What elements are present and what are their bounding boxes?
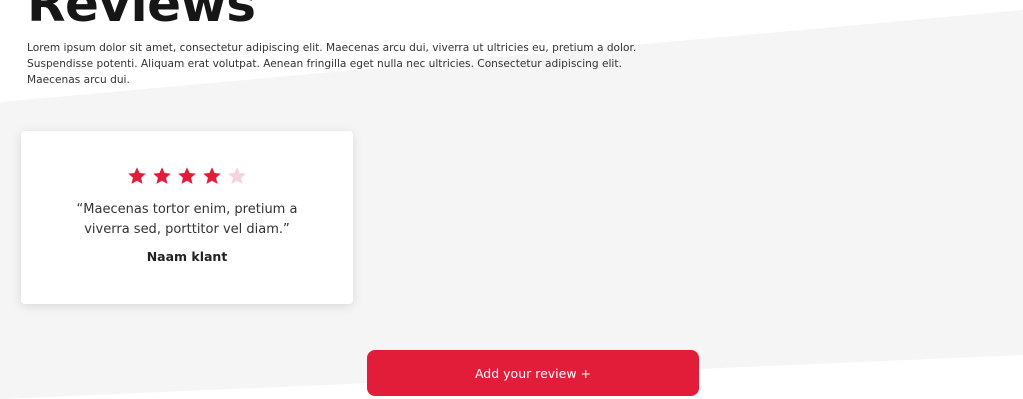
star-rating (21, 166, 353, 188)
reviews-section: Reviews Lorem ipsum dolor sit amet, cons… (0, 0, 1023, 399)
star-icon (128, 167, 146, 184)
add-review-button[interactable]: Add your review + (367, 350, 699, 396)
star-icon (203, 167, 221, 184)
star-icon (228, 167, 246, 184)
review-quote: “Maecenas tortor enim, pretium a viverra… (76, 202, 298, 237)
star-icon (178, 167, 196, 184)
review-author: Naam klant (146, 249, 228, 264)
star-icon (153, 167, 171, 184)
section-title: Reviews (27, 0, 256, 33)
review-card: “Maecenas tortor enim, pretium a viverra… (21, 131, 353, 304)
section-intro: Lorem ipsum dolor sit amet, consectetur … (27, 42, 637, 86)
